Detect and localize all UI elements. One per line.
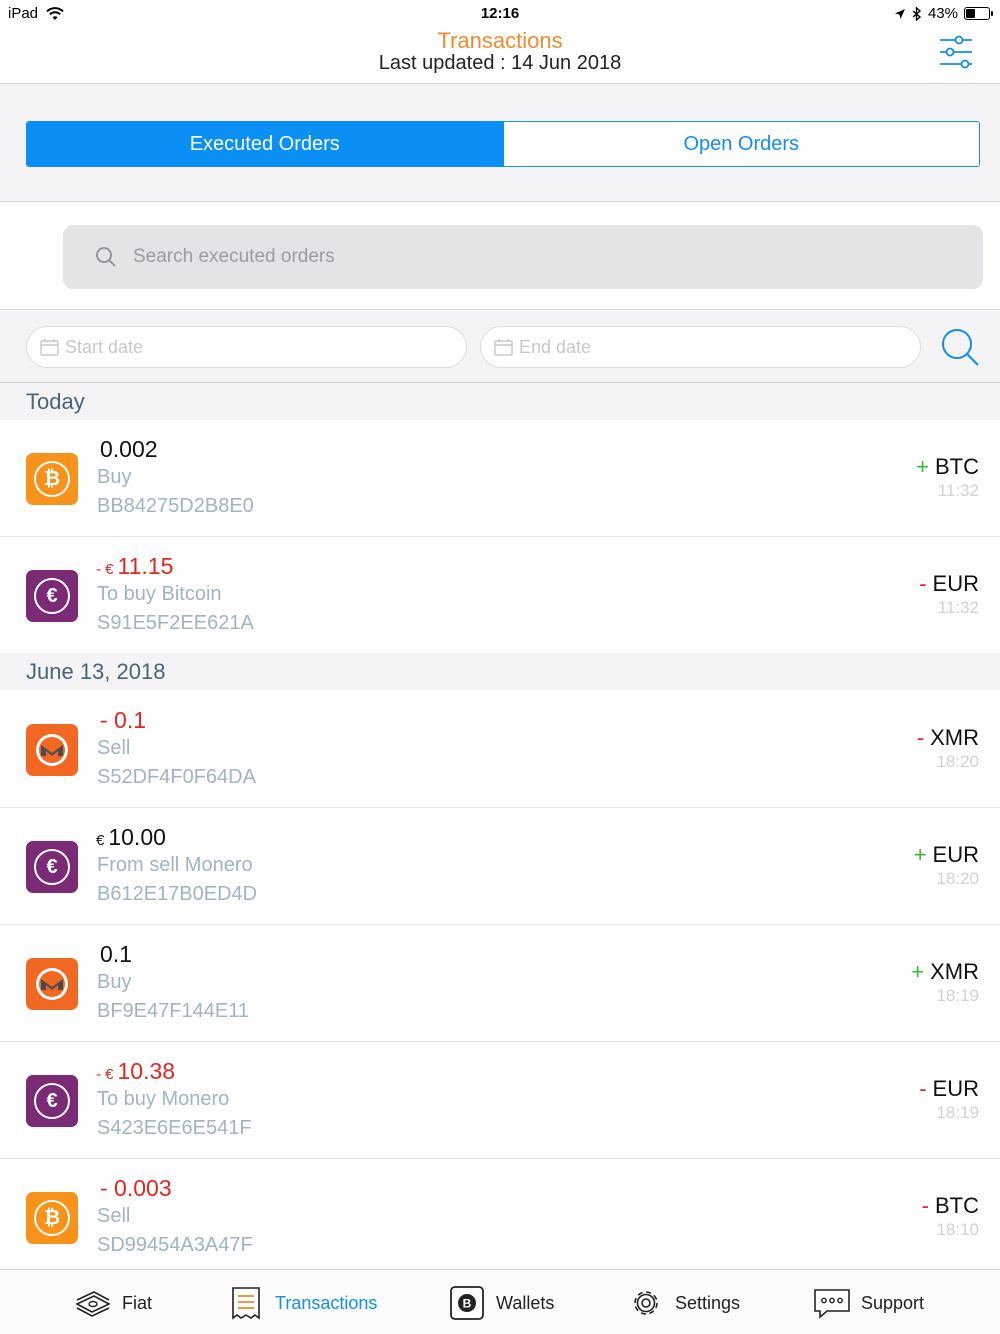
last-updated-label: Last updated : 14 Jun 2018 — [378, 52, 622, 74]
transaction-currency: - XMR — [916, 725, 979, 750]
search-input[interactable] — [133, 246, 913, 268]
transaction-amount: €10.00 — [96, 824, 166, 850]
search-area — [0, 203, 1000, 310]
end-date-input[interactable] — [519, 336, 899, 358]
tab-label: Wallets — [496, 1292, 555, 1313]
transaction-amount: - €11.15 — [96, 553, 174, 579]
transaction-label: Buy — [97, 466, 132, 488]
monero-icon — [26, 958, 78, 1010]
transaction-id: S91E5F2EE621A — [97, 612, 254, 634]
navigation-header: Transactions Last updated : 14 Jun 2018 — [0, 26, 1000, 84]
calendar-icon — [494, 339, 513, 356]
tab-settings[interactable]: Settings — [627, 1284, 740, 1322]
transaction-row[interactable]: € - €11.15 To buy Bitcoin S91E5F2EE621A … — [0, 537, 1000, 654]
transaction-row[interactable]: 0.1 Buy BF9E47F144E11 + XMR 18:19 — [0, 925, 1000, 1042]
status-bar: iPad 12:16 43% — [0, 0, 1000, 26]
start-date-field[interactable] — [26, 326, 467, 368]
transaction-amount: 0.1 — [100, 941, 132, 967]
search-icon — [96, 247, 116, 267]
tab-transactions[interactable]: Transactions — [227, 1284, 377, 1322]
tab-label: Support — [861, 1292, 925, 1313]
transaction-id: SD99454A3A47F — [97, 1234, 253, 1256]
transaction-id: B612E17B0ED4D — [97, 883, 258, 905]
status-time: 12:16 — [480, 5, 520, 22]
start-date-input[interactable] — [65, 336, 445, 358]
status-right: 43% — [894, 5, 993, 22]
filter-sliders-icon[interactable] — [938, 34, 974, 70]
transaction-time: 18:10 — [936, 1220, 979, 1239]
transaction-amount: - 0.1 — [100, 707, 147, 733]
transaction-id: BB84275D2B8E0 — [97, 495, 254, 517]
transaction-row[interactable]: € €10.00 From sell Monero B612E17B0ED4D … — [0, 808, 1000, 925]
banknotes-icon — [75, 1291, 111, 1317]
executed-orders-tab[interactable]: Executed Orders — [27, 122, 503, 166]
end-date-field[interactable] — [480, 326, 921, 368]
transaction-row[interactable]: ₿ - 0.003 Sell SD99454A3A47F - BTC 18:10 — [0, 1159, 1000, 1269]
tab-support[interactable]: Support — [813, 1284, 924, 1322]
tab-label: Transactions — [275, 1292, 378, 1313]
transaction-amount: 0.002 — [100, 436, 158, 462]
transaction-label: From sell Monero — [97, 854, 253, 876]
battery-percent: 43% — [927, 5, 958, 22]
orders-segmented-control: Executed Orders Open Orders — [26, 121, 980, 167]
transaction-row[interactable]: ₿ 0.002 Buy BB84275D2B8E0 + BTC 11:32 — [0, 420, 1000, 537]
transaction-id: S52DF4F0F64DA — [97, 766, 256, 788]
transaction-label: To buy Bitcoin — [97, 583, 222, 605]
transaction-label: Sell — [97, 1205, 131, 1227]
transaction-label: Sell — [97, 737, 131, 759]
monero-icon — [26, 724, 78, 776]
open-orders-tab[interactable]: Open Orders — [502, 122, 979, 166]
transaction-row[interactable]: - 0.1 Sell S52DF4F0F64DA - XMR 18:20 — [0, 691, 1000, 808]
tab-wallets[interactable]: B Wallets — [448, 1284, 554, 1322]
search-bar[interactable] — [63, 225, 983, 289]
transaction-time: 11:32 — [937, 481, 979, 500]
tab-bar: Fiat Transactions B Wallets Settings Sup… — [0, 1269, 1000, 1334]
transaction-time: 18:19 — [936, 1103, 979, 1122]
euro-icon: € — [26, 841, 78, 893]
transaction-amount: - 0.003 — [100, 1175, 172, 1201]
transaction-amount: - €10.38 — [96, 1058, 176, 1084]
bitcoin-icon: ₿ — [26, 1192, 78, 1244]
receipt-icon — [232, 1287, 260, 1320]
wallet-icon: B — [450, 1286, 484, 1320]
transaction-currency: + BTC — [916, 454, 979, 479]
calendar-icon — [40, 339, 59, 356]
transaction-time: 18:19 — [936, 986, 979, 1005]
section-header-today: Today — [0, 383, 1000, 420]
transaction-currency: - EUR — [919, 571, 979, 596]
chat-bubble-icon — [814, 1289, 850, 1319]
transaction-currency: + XMR — [911, 959, 979, 984]
bitcoin-icon: ₿ — [26, 453, 78, 505]
transaction-time: 11:32 — [937, 598, 979, 617]
transaction-currency: + EUR — [913, 842, 979, 867]
transaction-time: 18:20 — [936, 752, 979, 771]
transaction-id: S423E6E6E541F — [97, 1117, 252, 1139]
section-header-june-13: June 13, 2018 — [0, 653, 1000, 690]
svg-text:B: B — [463, 1297, 472, 1311]
transaction-time: 18:20 — [936, 869, 979, 888]
transaction-label: To buy Monero — [97, 1088, 230, 1110]
tab-label: Settings — [675, 1292, 741, 1313]
gear-icon — [634, 1291, 658, 1315]
tab-fiat[interactable]: Fiat — [74, 1284, 152, 1322]
location-arrow-icon — [894, 8, 905, 19]
transaction-id: BF9E47F144E11 — [97, 1000, 249, 1022]
battery-icon — [964, 7, 993, 20]
tab-label: Fiat — [122, 1292, 153, 1313]
transaction-label: Buy — [97, 971, 132, 993]
euro-icon: € — [26, 1075, 78, 1127]
transaction-currency: - EUR — [919, 1076, 979, 1101]
page-title: Transactions — [437, 28, 563, 53]
segment-area: Executed Orders Open Orders — [0, 84, 1000, 202]
date-search-icon[interactable] — [940, 327, 980, 367]
bluetooth-icon — [912, 6, 922, 21]
transaction-row[interactable]: € - €10.38 To buy Monero S423E6E6E541F -… — [0, 1042, 1000, 1159]
transaction-currency: - BTC — [921, 1193, 979, 1218]
date-filter-area — [0, 311, 1000, 383]
euro-icon: € — [26, 570, 78, 622]
